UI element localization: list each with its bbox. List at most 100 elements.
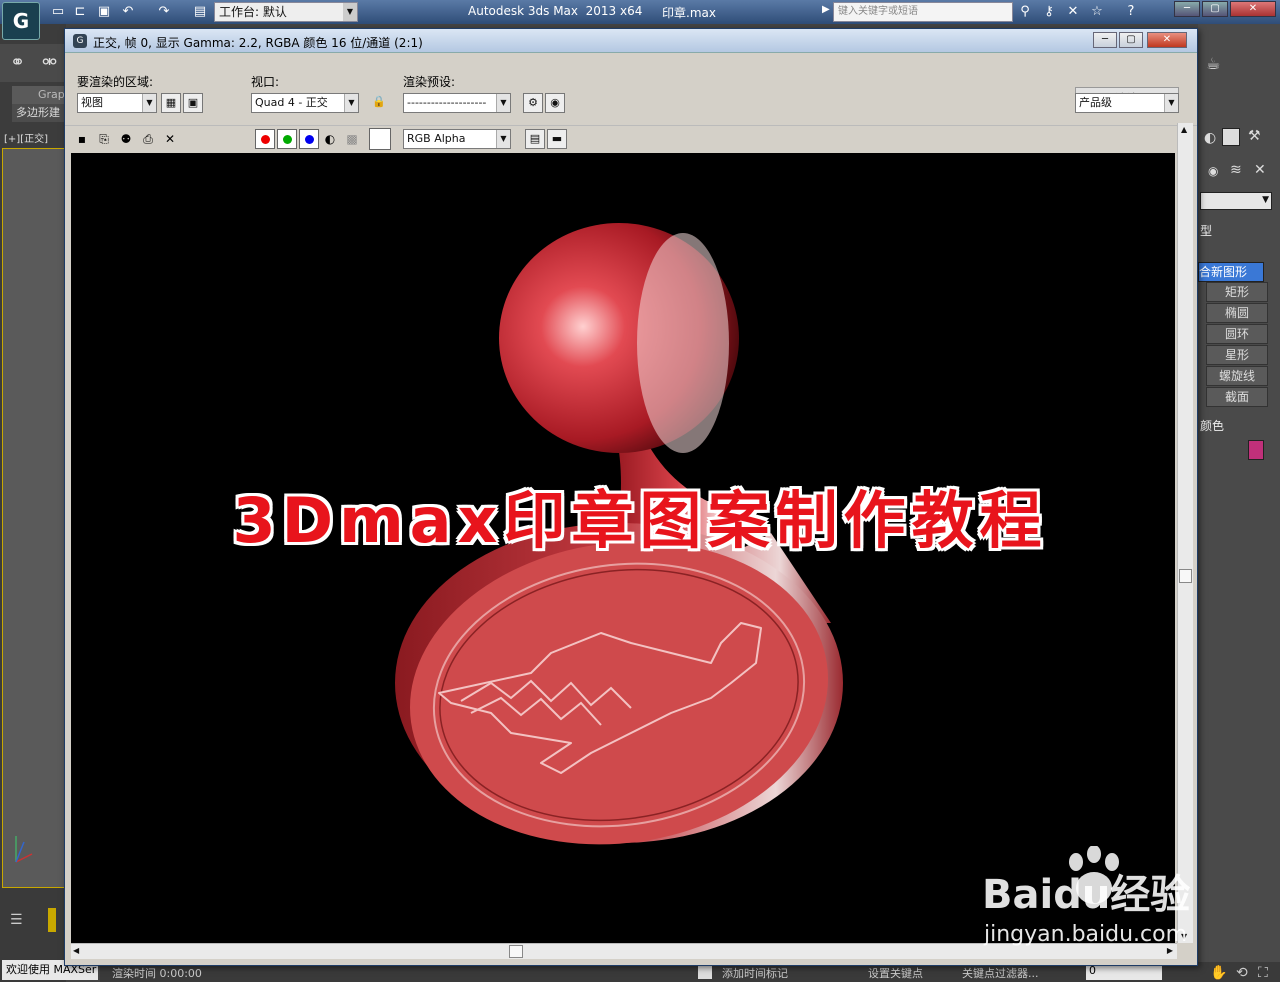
graphite-tab[interactable]: Grap [12,86,66,104]
rf-close-button[interactable]: ✕ [1147,32,1187,48]
green-channel-button[interactable] [277,129,297,149]
color-label: 颜色 [1200,419,1225,433]
app-logo[interactable]: G [2,2,40,40]
object-color-swatch[interactable] [1248,440,1264,460]
link-icon[interactable]: ⚭ [10,52,25,73]
baidu-watermark-url: jingyan.baidu.com [984,922,1188,947]
undo-icon[interactable]: ↶ [120,4,136,20]
preset-label: 渲染预设: [403,75,456,89]
pan-hand-icon[interactable]: ✋ [1210,965,1227,981]
render-frame-app-icon: G [73,34,87,48]
binoculars-icon[interactable]: ⚲ [1016,3,1034,21]
set-key-button[interactable]: 设置关键点 [868,965,923,981]
chevron-down-icon: ▼ [1262,195,1269,205]
copy-image-icon[interactable]: ⎘ [95,130,113,148]
viewport-dropdown[interactable]: Quad 4 - 正交 ▼ [251,93,359,113]
toggle-ui-icon[interactable]: ▬ [547,129,567,149]
teapot-icon[interactable]: ☕ [1206,54,1220,73]
key-filters-button[interactable]: 关键点过滤器... [962,965,1039,981]
red-channel-button[interactable] [255,129,275,149]
edit-region-icon[interactable]: ▦ [161,93,181,113]
clear-icon[interactable]: ✕ [161,130,179,148]
rectangle-button[interactable]: 矩形 [1206,282,1268,302]
area-dropdown[interactable]: 视图 ▼ [77,93,157,113]
render-frame-titlebar[interactable]: G 正交, 帧 0, 显示 Gamma: 2.2, RGBA 颜色 16 位/通… [65,29,1197,53]
camera-icon[interactable]: ◉ [1208,164,1218,178]
display-icon[interactable]: ◐ [1204,130,1216,146]
app-title: Autodesk 3ds Max 2013 x64 [468,4,643,18]
workspace-dropdown[interactable]: 工作台: 默认 ▼ [214,2,358,22]
clone-frame-icon[interactable]: ⚉ [117,130,135,148]
chevron-down-icon: ▼ [496,130,510,148]
rf-minimize-button[interactable]: ─ [1093,32,1117,48]
scroll-up-icon[interactable]: ▲ [1181,125,1187,134]
lock-icon[interactable]: 🔒 [369,93,389,113]
vertical-scroll-thumb[interactable] [1179,569,1192,583]
search-input[interactable]: 键入关键字或短语 [833,2,1013,22]
viewport-label[interactable]: [+][正交] [4,130,48,145]
frame-field[interactable]: 0 [1086,964,1162,980]
add-time-marker[interactable]: 添加时间标记 [722,965,788,981]
star-icon[interactable]: ☆ [1088,3,1106,21]
mono-icon[interactable]: ▩ [343,130,361,148]
blue-channel-button[interactable] [299,129,319,149]
tutorial-title: 3Dmax印章图案制作教程 [232,484,1048,557]
left-toolbar: ⚭ ⚮ [0,44,66,82]
slider-handle[interactable] [48,908,56,932]
horizontal-scroll-thumb[interactable] [509,945,523,958]
ellipse-button[interactable]: 椭圆 [1206,303,1268,323]
viewport-label: 视口: [251,75,280,89]
print-icon[interactable]: ⎙ [139,130,157,148]
area-label: 要渲染的区域: [77,75,154,89]
project-folder-icon[interactable]: ▤ [192,4,208,20]
scroll-left-icon[interactable]: ◀ [73,946,79,955]
monitor-icon[interactable] [1222,128,1240,146]
spacewarp-icon[interactable]: ≋ [1230,162,1242,178]
auto-region-icon[interactable]: ▣ [183,93,203,113]
redo-icon[interactable]: ↷ [156,4,172,20]
chevron-down-icon: ▼ [1164,94,1178,112]
maximize-button[interactable]: ▢ [1202,1,1228,17]
time-config-icon[interactable]: ☰ [10,912,23,928]
marker-icon[interactable] [698,965,712,979]
maximize-viewport-icon[interactable]: ⛶ [1258,965,1268,981]
tools-icon[interactable]: ✕ [1064,3,1082,21]
hammer-icon[interactable]: ⚒ [1248,128,1261,144]
section-button[interactable]: 截面 [1206,387,1268,407]
quality-dropdown[interactable]: 产品级 ▼ [1075,93,1179,113]
chevron-down-icon: ▼ [142,94,156,112]
help-icon[interactable]: ? [1122,3,1140,21]
systems-icon[interactable]: ✕ [1254,162,1266,178]
environment-icon[interactable]: ◉ [545,93,565,113]
chevron-down-icon: ▼ [496,94,510,112]
unlink-icon[interactable]: ⚮ [42,52,57,73]
donut-button[interactable]: 圆环 [1206,324,1268,344]
open-file-icon[interactable]: ⊏ [72,4,88,20]
new-file-icon[interactable]: ▭ [50,4,66,20]
minimize-button[interactable]: ─ [1174,1,1200,17]
preset-value: -------------------- [407,96,487,109]
category-dropdown[interactable]: ▼ [1200,192,1272,210]
alpha-channel-icon[interactable]: ◐ [321,130,339,148]
baidu-watermark: Baidu经验 [982,872,1191,918]
star-button[interactable]: 星形 [1206,345,1268,365]
toggle-ui-overlay-icon[interactable]: ▤ [525,129,545,149]
main-title-bar: ▭ ⊏ ▣ ↶ ↷ ▤ 工作台: 默认 ▼ Autodesk 3ds Max 2… [0,0,1280,24]
orbit-icon[interactable]: ⟲ [1236,965,1248,981]
channel-dropdown[interactable]: RGB Alpha ▼ [403,129,511,149]
save-file-icon[interactable]: ▣ [96,4,112,20]
play-icon[interactable]: ▶ [822,4,830,15]
render-time-text: 渲染时间 0:00:00 [112,967,202,980]
key-icon[interactable]: ⚷ [1040,3,1058,21]
start-new-shape-option[interactable]: 合新图形 [1198,262,1264,282]
rf-maximize-button[interactable]: ▢ [1119,32,1143,48]
save-image-icon[interactable]: ▪ [73,130,91,148]
preset-dropdown[interactable]: -------------------- ▼ [403,93,511,113]
background-color-swatch[interactable] [369,128,391,150]
close-button[interactable]: ✕ [1230,1,1276,17]
render-setup-icon[interactable]: ⚙ [523,93,543,113]
render-toolbar: ▪ ⎘ ⚉ ⎙ ✕ ◐ ▩ RGB Alpha ▼ ▤ ▬ [65,125,1197,151]
scroll-right-icon[interactable]: ▶ [1167,946,1173,955]
helix-button[interactable]: 螺旋线 [1206,366,1268,386]
poly-modeling-tab[interactable]: 多边形建 [12,104,66,122]
